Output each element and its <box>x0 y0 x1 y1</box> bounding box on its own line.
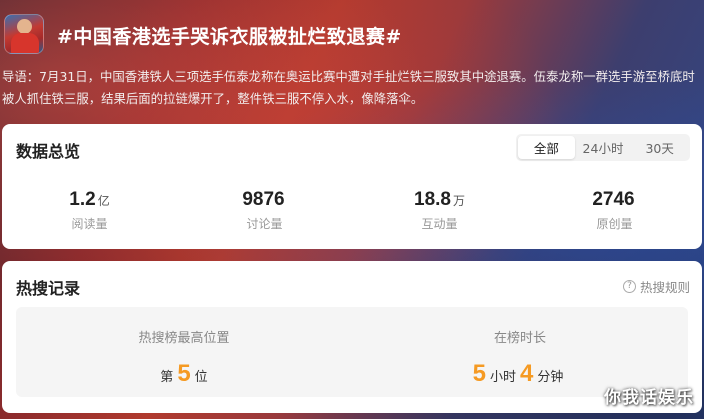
topic-intro: 导语：7月31日，中国香港铁人三项选手伍泰龙称在奥运比赛中遭对手扯烂铁三服致其中… <box>2 69 695 106</box>
stat-value: 1.2 亿 <box>2 188 177 213</box>
overview-card: 数据总览 全部 24小时 30天 1.2 亿 阅读量 9876 讨论量 18.8 万… <box>2 124 702 249</box>
rules-label: 热搜规则 <box>639 280 690 295</box>
stat-reads: 1.2 亿 阅读量 <box>2 188 177 232</box>
avatar-head-shape <box>17 19 32 34</box>
tab-30d[interactable]: 30天 <box>631 136 688 159</box>
stat-number: 9876 <box>242 189 285 210</box>
duration-label: 在榜时长 <box>493 331 546 346</box>
duration-minutes: 4 <box>520 360 534 387</box>
question-icon: ? <box>622 280 636 293</box>
peak-position-value: 第 5 位 <box>16 360 352 388</box>
duration-hours: 5 <box>472 360 486 387</box>
topic-title: #中国香港选手哭诉衣服被扯烂致退赛# <box>57 26 402 48</box>
stat-label: 互动量 <box>421 217 458 231</box>
stat-label: 原创量 <box>596 217 633 231</box>
peak-rank: 5 <box>177 360 191 387</box>
peak-position: 热搜榜最高位置 第 5 位 <box>16 307 352 397</box>
stat-number: 1.2 <box>69 189 96 210</box>
stat-value: 2746 <box>527 188 702 213</box>
stat-unit: 万 <box>452 194 465 208</box>
stat-original: 2746 原创量 <box>527 188 702 232</box>
peak-suffix: 位 <box>194 370 208 385</box>
stat-interactions: 18.8 万 互动量 <box>352 188 527 232</box>
tab-all[interactable]: 全部 <box>518 136 575 159</box>
overview-title: 数据总览 <box>16 142 81 161</box>
avatar-body-shape <box>11 33 39 53</box>
peak-prefix: 第 <box>160 370 174 385</box>
stat-number: 2746 <box>592 189 635 210</box>
topic-avatar[interactable] <box>4 14 44 54</box>
stat-value: 9876 <box>177 188 352 213</box>
minutes-unit: 分钟 <box>537 370 564 385</box>
tab-24h[interactable]: 24小时 <box>575 136 632 159</box>
topic-header: #中国香港选手哭诉衣服被扯烂致退赛# <box>0 0 704 66</box>
stat-value: 18.8 万 <box>352 188 527 213</box>
time-range-tabs: 全部 24小时 30天 <box>516 134 690 161</box>
hot-search-title: 热搜记录 <box>16 279 81 298</box>
stat-label: 阅读量 <box>71 217 108 231</box>
watermark: 你我话娱乐 <box>604 388 694 408</box>
stat-label: 讨论量 <box>246 217 283 231</box>
stats-row: 1.2 亿 阅读量 9876 讨论量 18.8 万 互动量 2746 原创量 <box>2 188 702 232</box>
hot-search-panel: 热搜榜最高位置 第 5 位 在榜时长 5 小时 4 分钟 <box>16 307 688 397</box>
stat-discussions: 9876 讨论量 <box>177 188 352 232</box>
peak-position-label: 热搜榜最高位置 <box>138 331 230 346</box>
hot-search-rules-link[interactable]: ? 热搜规则 <box>622 277 690 296</box>
stat-unit: 亿 <box>97 194 110 208</box>
hours-unit: 小时 <box>489 370 516 385</box>
stat-number: 18.8 <box>414 189 451 210</box>
hot-search-card: 热搜记录 ? 热搜规则 热搜榜最高位置 第 5 位 在榜时长 5 小时 4 分钟 <box>2 261 702 413</box>
